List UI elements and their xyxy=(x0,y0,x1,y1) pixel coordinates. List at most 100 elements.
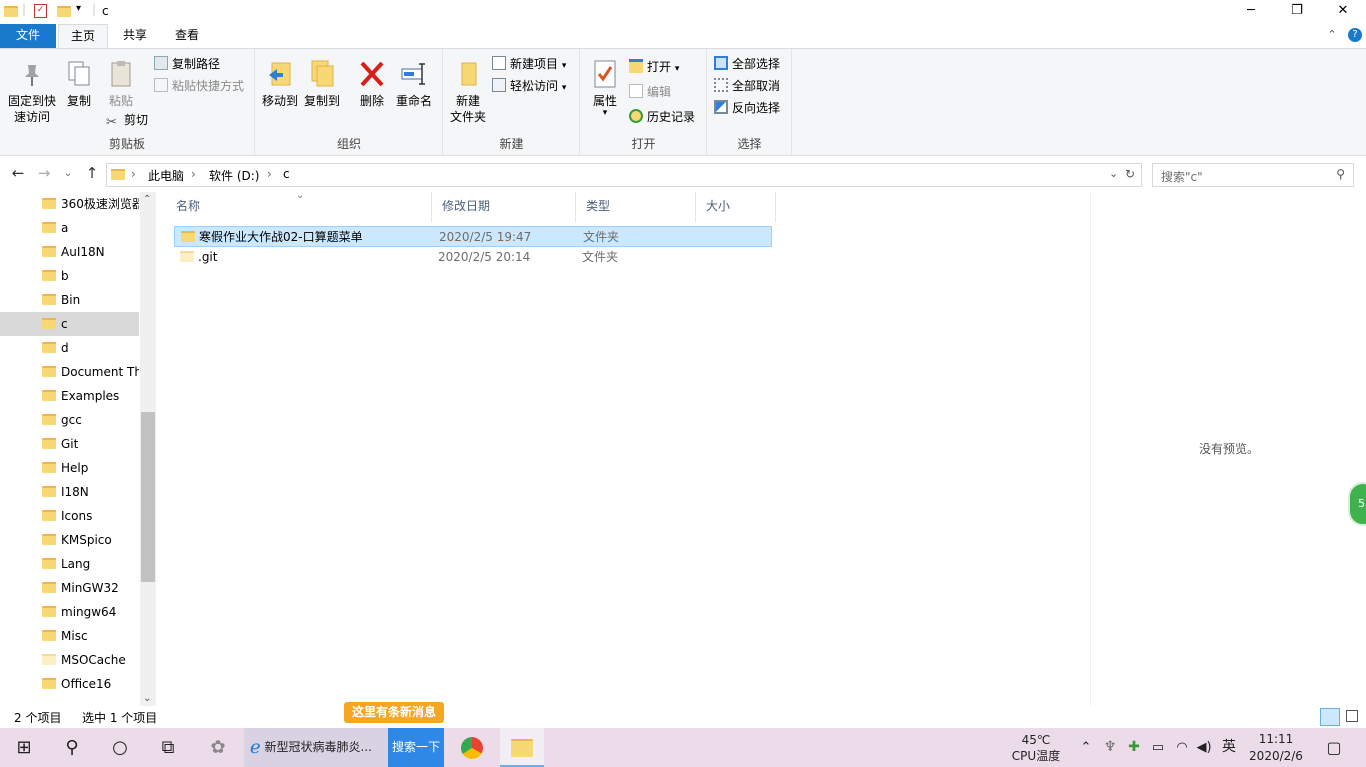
forward-button[interactable]: → xyxy=(34,164,54,182)
chrome-icon[interactable] xyxy=(452,728,492,767)
volume-icon[interactable]: ◀) xyxy=(1194,728,1214,767)
copy-button[interactable]: 复制 xyxy=(62,59,96,109)
nav-item[interactable]: b xyxy=(0,264,139,288)
ime-indicator[interactable]: 英 xyxy=(1218,728,1240,767)
nav-item[interactable]: mingw64 xyxy=(0,600,139,624)
nav-scrollbar-thumb[interactable] xyxy=(141,412,155,582)
new-folder-icon[interactable] xyxy=(57,6,71,17)
copy-to-button[interactable]: 复制到 xyxy=(302,59,342,109)
new-item-button[interactable]: 新建项目 ▾ xyxy=(492,54,566,74)
scroll-up-icon[interactable]: ⌃ xyxy=(143,194,151,205)
history-button[interactable]: 历史记录 xyxy=(629,107,695,127)
cpu-temp-widget[interactable]: 45℃ CPU温度 xyxy=(1010,728,1062,767)
file-row[interactable]: .git 2020/2/5 20:14 文件夹 xyxy=(174,247,772,268)
browser-taskbar-item[interactable]: ℯ 新型冠状病毒肺炎... xyxy=(244,728,388,767)
nav-item[interactable]: gcc xyxy=(0,408,139,432)
nav-item[interactable]: Document Th xyxy=(0,360,139,384)
address-bar[interactable]: › 此电脑 › 软件 (D:) › c ⌄ ↻ xyxy=(106,163,1142,187)
tab-file[interactable]: 文件 xyxy=(0,24,56,48)
nav-item[interactable]: KMSpico xyxy=(0,528,139,552)
tab-share[interactable]: 共享 xyxy=(112,24,158,48)
nav-item[interactable]: Office16 xyxy=(0,672,139,696)
nav-item-label: MinGW32 xyxy=(61,581,119,595)
refresh-icon[interactable]: ↻ xyxy=(1125,167,1135,181)
nav-item[interactable]: AuI18N xyxy=(0,240,139,264)
nav-item[interactable]: c xyxy=(0,312,139,336)
close-button[interactable]: ✕ xyxy=(1320,0,1366,24)
breadcrumb-this-pc[interactable]: 此电脑 xyxy=(148,167,184,184)
action-center-icon[interactable]: ▢ xyxy=(1316,728,1352,767)
move-to-button[interactable]: 移动到 xyxy=(260,59,300,109)
easy-access-button[interactable]: 轻松访问 ▾ xyxy=(492,76,566,96)
breadcrumb-c[interactable]: c xyxy=(283,167,290,181)
floating-gauge-widget[interactable]: 55 xyxy=(1348,482,1366,526)
column-name[interactable]: 名称 xyxy=(166,192,432,222)
pinwheel-icon[interactable]: ✿ xyxy=(198,728,238,767)
notification-bubble[interactable]: 这里有条新消息 xyxy=(344,702,444,723)
windows-start-icon[interactable]: ⊞ xyxy=(4,728,44,767)
cortana-icon[interactable]: ○ xyxy=(100,728,140,767)
nav-item[interactable]: Help xyxy=(0,456,139,480)
properties-icon xyxy=(594,60,616,88)
nav-item[interactable]: MSOCache xyxy=(0,648,139,672)
collapse-ribbon-icon[interactable]: ⌃ xyxy=(1324,24,1340,48)
nav-item[interactable]: MinGW32 xyxy=(0,576,139,600)
minimize-button[interactable]: ─ xyxy=(1228,0,1274,24)
usb-icon[interactable]: ♆ xyxy=(1100,728,1120,767)
help-icon[interactable]: ? xyxy=(1348,28,1362,42)
show-hidden-icons-icon[interactable]: ⌃ xyxy=(1076,728,1096,767)
nav-item[interactable]: Bin xyxy=(0,288,139,312)
security-icon[interactable]: ✚ xyxy=(1124,728,1144,767)
folder-icon xyxy=(42,558,56,569)
search-now-button[interactable]: 搜索一下 xyxy=(388,728,444,767)
search-icon[interactable]: ⚲ xyxy=(52,728,92,767)
pin-quick-access-button[interactable]: 固定到快 速访问 xyxy=(4,59,60,125)
nav-item[interactable]: Examples xyxy=(0,384,139,408)
paste-shortcut-button[interactable]: 粘贴快捷方式 xyxy=(154,76,244,96)
chevron-down-icon[interactable]: ▾ xyxy=(76,3,81,14)
battery-icon[interactable]: ▭ xyxy=(1148,728,1168,767)
invert-selection-button[interactable]: 反向选择 xyxy=(714,98,780,118)
wifi-icon[interactable]: ◠ xyxy=(1172,728,1192,767)
paste-button[interactable]: 粘贴 xyxy=(102,59,140,109)
tab-view[interactable]: 查看 xyxy=(164,24,210,48)
nav-item[interactable]: Icons xyxy=(0,504,139,528)
nav-item[interactable]: I18N xyxy=(0,480,139,504)
delete-button[interactable]: 删除 xyxy=(354,59,390,109)
details-view-icon[interactable] xyxy=(1320,708,1340,726)
clock[interactable]: 11:11 2020/2/6 xyxy=(1246,728,1306,767)
nav-item[interactable]: d xyxy=(0,336,139,360)
nav-item[interactable]: Misc xyxy=(0,624,139,648)
cut-button[interactable]: ✂ 剪切 xyxy=(106,110,148,130)
properties-button[interactable]: 属性 ▾ xyxy=(585,59,625,118)
task-view-icon[interactable]: ⧉ xyxy=(148,728,188,767)
column-type[interactable]: 类型 xyxy=(576,192,696,222)
chevron-down-icon[interactable]: ⌄ xyxy=(1109,167,1118,180)
tab-home[interactable]: 主页 xyxy=(58,24,108,48)
rename-button[interactable]: 重命名 xyxy=(394,59,434,109)
column-size[interactable]: 大小 xyxy=(696,192,776,222)
copy-path-button[interactable]: 复制路径 xyxy=(154,54,220,74)
recent-locations-icon[interactable]: ⌄ xyxy=(58,168,78,179)
nav-item[interactable]: 360极速浏览器 xyxy=(0,192,139,216)
file-row[interactable]: 寒假作业大作战02-口算题菜单 2020/2/5 19:47 文件夹 xyxy=(174,226,772,247)
nav-item[interactable]: Git xyxy=(0,432,139,456)
new-folder-button[interactable]: 新建 文件夹 xyxy=(448,59,488,125)
column-date[interactable]: 修改日期 xyxy=(432,192,576,222)
select-none-button[interactable]: 全部取消 xyxy=(714,76,780,96)
up-button[interactable]: ↑ xyxy=(82,164,102,182)
open-button[interactable]: 打开 ▾ xyxy=(629,57,679,77)
folder-icon xyxy=(42,390,56,401)
nav-item[interactable]: Lang xyxy=(0,552,139,576)
back-button[interactable]: ← xyxy=(8,164,28,182)
search-input[interactable]: 搜索"c" ⚲ xyxy=(1152,163,1354,187)
edit-button[interactable]: 编辑 xyxy=(629,82,671,102)
breadcrumb-drive-d[interactable]: 软件 (D:) xyxy=(209,167,259,184)
file-explorer-taskbar-icon[interactable] xyxy=(500,728,544,767)
select-all-button[interactable]: 全部选择 xyxy=(714,54,780,74)
nav-item[interactable]: a xyxy=(0,216,139,240)
maximize-button[interactable]: ❐ xyxy=(1274,0,1320,24)
scroll-down-icon[interactable]: ⌄ xyxy=(143,693,151,704)
properties-icon[interactable]: ✓ xyxy=(34,4,47,18)
large-icons-view-icon[interactable] xyxy=(1346,710,1358,722)
